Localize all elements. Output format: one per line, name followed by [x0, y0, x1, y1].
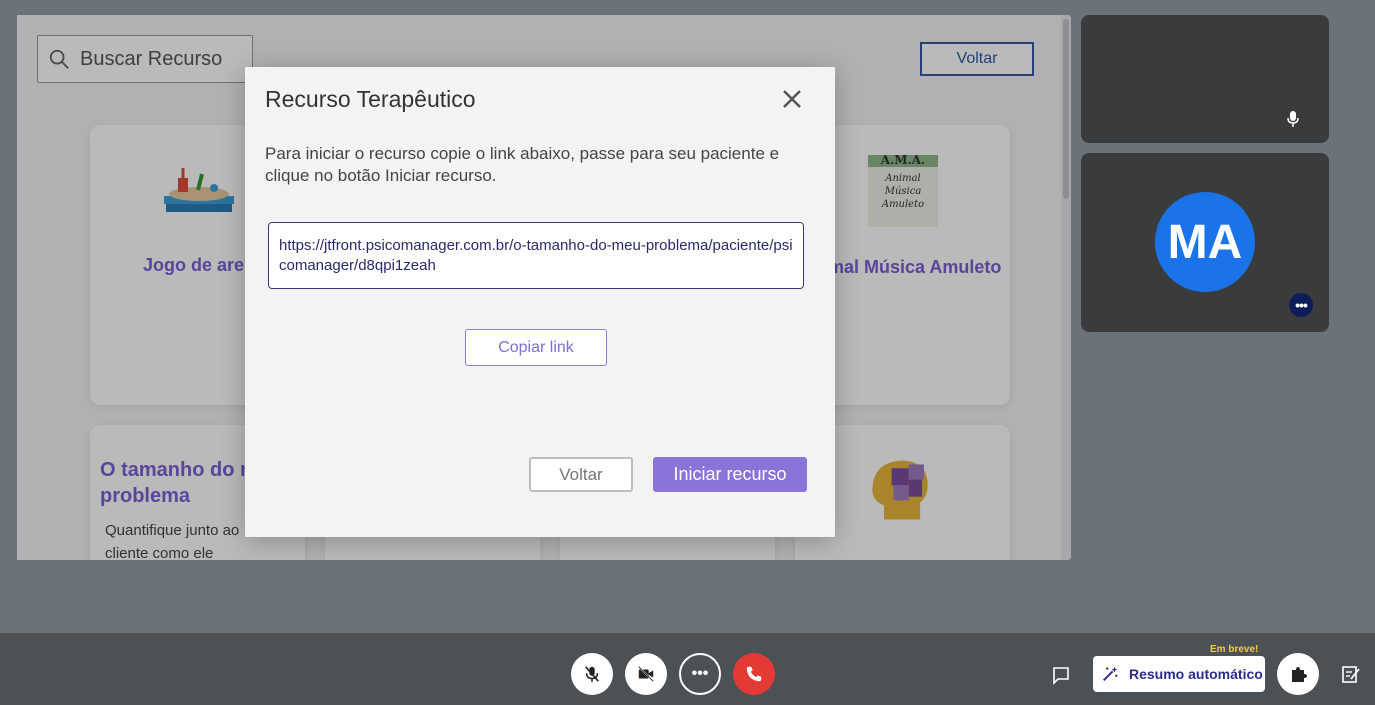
copy-link-button[interactable]: Copiar link — [465, 329, 607, 366]
magic-wand-icon — [1102, 666, 1118, 682]
modal-back-button[interactable]: Voltar — [529, 457, 633, 492]
notes-icon[interactable] — [1341, 664, 1361, 684]
call-controls-bar: ••• Em breve! Resumo automático — [0, 633, 1375, 705]
more-options-icon[interactable]: ••• — [1289, 293, 1313, 317]
ellipsis-icon: ••• — [691, 665, 709, 682]
camera-off-icon — [638, 666, 654, 682]
camera-toggle-button[interactable] — [625, 653, 667, 695]
coming-soon-label: Em breve! — [1210, 644, 1259, 655]
modal-instructions: Para iniciar o recurso copie o link abai… — [265, 144, 780, 185]
modal-title: Recurso Terapêutico — [265, 86, 476, 112]
auto-summary-label: Resumo automático — [1129, 666, 1263, 682]
mute-microphone-button[interactable] — [571, 653, 613, 695]
start-resource-button[interactable]: Iniciar recurso — [653, 457, 807, 492]
mic-off-icon — [585, 666, 599, 683]
close-icon[interactable] — [780, 87, 804, 111]
avatar: MA — [1155, 192, 1255, 292]
microphone-icon — [1287, 111, 1299, 127]
auto-summary-button[interactable]: Resumo automático — [1093, 656, 1265, 692]
participant-tile[interactable]: MA ••• — [1081, 153, 1329, 332]
resource-modal: Recurso Terapêutico Para iniciar o recur… — [245, 67, 835, 537]
resource-link-field[interactable]: https://jtfront.psicomanager.com.br/o-ta… — [268, 222, 804, 289]
puzzle-icon — [1292, 667, 1307, 682]
extensions-button[interactable] — [1277, 653, 1319, 695]
chat-icon[interactable] — [1051, 665, 1071, 685]
phone-icon — [746, 666, 762, 682]
end-call-button[interactable] — [733, 653, 775, 695]
more-options-button[interactable]: ••• — [679, 653, 721, 695]
participant-tile[interactable] — [1081, 15, 1329, 143]
